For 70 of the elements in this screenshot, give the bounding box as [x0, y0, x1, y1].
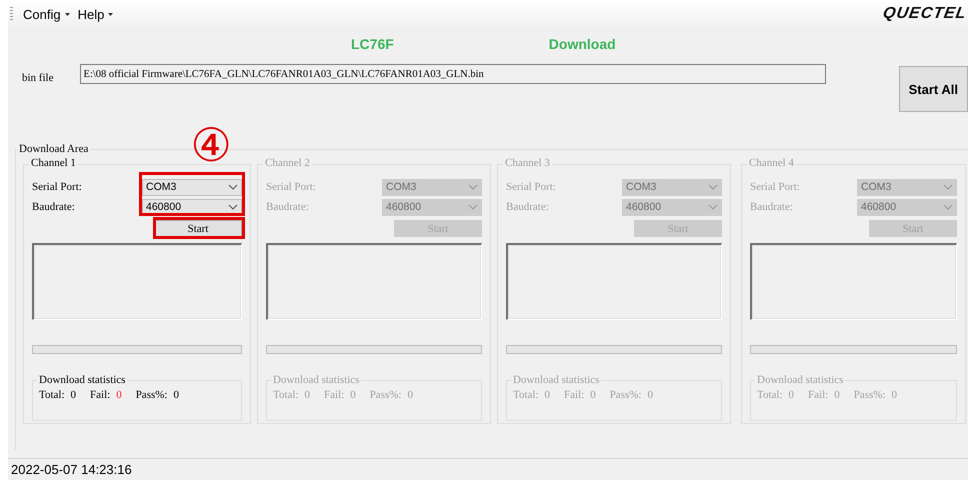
group-title: Download Area	[18, 143, 90, 155]
stat-value: 0	[544, 389, 550, 401]
field-label: Serial Port:	[32, 181, 82, 193]
serial-port-dropdown[interactable]: COM3	[382, 178, 482, 196]
chevron-down-icon	[943, 184, 953, 190]
stat-value: 0	[70, 389, 76, 401]
baudrate-dropdown[interactable]: 460800	[382, 198, 482, 216]
stat-label: Total:	[39, 389, 65, 401]
stat-label: Fail:	[324, 389, 344, 401]
baudrate-dropdown[interactable]: 460800	[857, 198, 957, 216]
baudrate-dropdown[interactable]: 460800	[622, 198, 722, 216]
mode-title: Download	[548, 36, 616, 52]
file-path-field[interactable]: E:\08 official Firmware\LC76FA_GLN\LC76FANR01A03_GLN\LC76FANR01A03_GLN.bin	[80, 64, 826, 84]
stat-value: 0	[116, 389, 122, 401]
chevron-down-icon	[228, 184, 238, 190]
chevron-down-icon	[228, 204, 238, 210]
chevron-down-icon	[708, 184, 718, 190]
stat-label: Total:	[513, 389, 539, 401]
field-label: Serial Port:	[506, 181, 556, 193]
statistics-title: Download statistics	[37, 374, 128, 386]
field-label: Serial Port:	[750, 181, 800, 193]
stat-label: Pass%:	[136, 389, 168, 401]
status-bar: 2022-05-07 14:23:16	[8, 458, 968, 480]
stat-value: 0	[590, 389, 596, 401]
stat-label: Pass%:	[610, 389, 642, 401]
dropdown-arrow-icon	[108, 12, 114, 16]
step-number: ④	[190, 120, 232, 170]
dropdown-arrow-icon	[64, 12, 70, 16]
menu-item[interactable]: Help	[74, 6, 118, 22]
statistics-title: Download statistics	[511, 374, 602, 386]
serial-port-dropdown[interactable]: COM3	[622, 178, 722, 196]
model-title: LC76F	[351, 36, 394, 52]
stat-label: Pass%:	[370, 389, 402, 401]
stat-value: 0	[834, 389, 840, 401]
field-label: Baudrate:	[32, 201, 75, 213]
stat-value: 0	[647, 389, 653, 401]
stat-value: 0	[788, 389, 794, 401]
stat-label: Fail:	[808, 389, 828, 401]
channel-title: Channel 4	[747, 157, 796, 169]
stat-value: 0	[407, 389, 413, 401]
channel-title: Channel 2	[263, 157, 312, 169]
field-label: Baudrate:	[506, 201, 549, 213]
channel-title: Channel 1	[29, 157, 78, 169]
stat-label: Fail:	[90, 389, 110, 401]
channel-title: Channel 3	[503, 157, 552, 169]
stat-value: 0	[350, 389, 356, 401]
stat-label: Total:	[757, 389, 783, 401]
field-label: Serial Port:	[266, 181, 316, 193]
statistics-title: Download statistics	[755, 374, 846, 386]
statistics-title: Download statistics	[271, 374, 362, 386]
menu-item[interactable]: Config	[19, 6, 74, 22]
brand-logo: QUECTEL	[880, 5, 968, 23]
field-label: bin file	[22, 72, 54, 84]
stat-value: 0	[304, 389, 310, 401]
chevron-down-icon	[943, 204, 953, 210]
stat-label: Fail:	[564, 389, 584, 401]
toolbar-grip	[10, 7, 13, 21]
stat-label: Pass%:	[854, 389, 886, 401]
field-label: Baudrate:	[266, 201, 309, 213]
start-button[interactable]: Start	[154, 220, 242, 237]
serial-port-dropdown[interactable]: COM3	[142, 178, 242, 196]
serial-port-dropdown[interactable]: COM3	[857, 178, 957, 196]
start-all-button[interactable]: Start All	[898, 66, 968, 112]
field-label: Baudrate:	[750, 201, 793, 213]
chevron-down-icon	[468, 204, 478, 210]
stat-label: Total:	[273, 389, 299, 401]
chevron-down-icon	[468, 184, 478, 190]
chevron-down-icon	[708, 204, 718, 210]
stat-value: 0	[173, 389, 179, 401]
stat-value: 0	[891, 389, 897, 401]
